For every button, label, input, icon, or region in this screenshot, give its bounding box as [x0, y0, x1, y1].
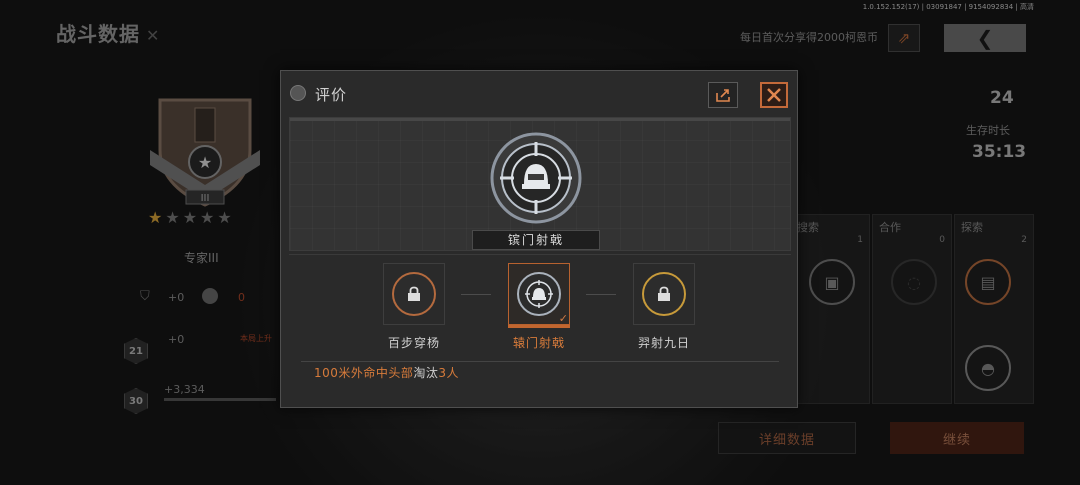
featured-badge-name: 镔门射戟 — [472, 230, 600, 250]
evaluation-dialog: 评价 镔门射戟 百步穿杨 ✓ 辕门射戟 羿射九日 100米外命中头部淘汰3人 — [280, 70, 798, 408]
desc-count: 3人 — [438, 366, 460, 380]
desc-highlight: 100米外命中头部 — [314, 366, 414, 380]
share-icon — [716, 89, 730, 102]
lock-icon — [392, 272, 436, 316]
crosshair-helmet-icon — [517, 272, 561, 316]
selected-indicator — [508, 325, 570, 328]
dialog-header: 评价 — [281, 71, 797, 117]
close-icon — [767, 88, 781, 102]
badge-description: 100米外命中头部淘汰3人 — [314, 364, 459, 381]
checkmark-icon: ✓ — [558, 312, 568, 325]
dialog-share-button[interactable] — [708, 82, 738, 108]
dialog-title: 评价 — [315, 86, 348, 104]
option-label: 百步穿杨 — [387, 336, 440, 350]
option-connector — [586, 294, 616, 295]
option-connector — [461, 294, 491, 295]
evaluation-option-2[interactable]: ✓ — [508, 263, 570, 328]
badge-showcase: 镔门射戟 — [289, 117, 791, 251]
crosshair-helmet-badge-icon — [490, 132, 582, 224]
evaluation-option-1[interactable] — [383, 263, 445, 325]
desc-text: 淘汰 — [413, 366, 439, 380]
divider — [301, 361, 779, 362]
game-logo-icon — [290, 85, 306, 101]
option-label: 羿射九日 — [637, 336, 690, 350]
showcase-divider — [290, 118, 790, 121]
dialog-close-button[interactable] — [760, 82, 788, 108]
evaluation-option-3[interactable] — [633, 263, 695, 325]
lock-icon — [642, 272, 686, 316]
divider — [289, 254, 791, 255]
option-label-selected: 辕门射戟 — [512, 336, 565, 350]
